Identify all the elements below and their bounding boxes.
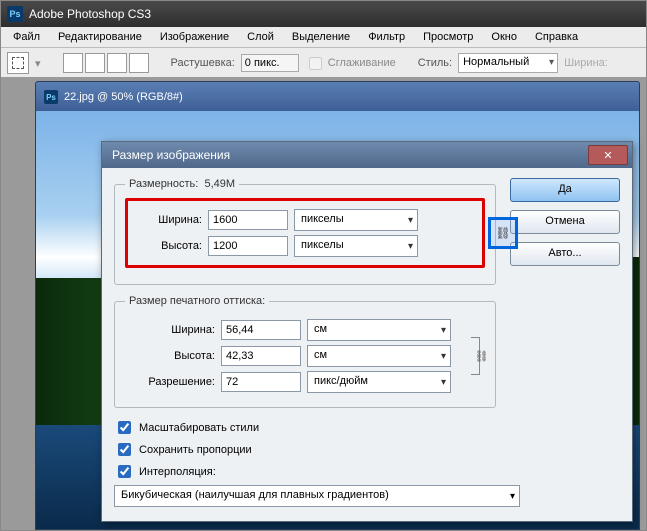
- auto-button[interactable]: Авто...: [510, 242, 620, 266]
- menu-help[interactable]: Справка: [527, 29, 586, 45]
- app-title: Adobe Photoshop CS3: [29, 7, 151, 21]
- menu-select[interactable]: Выделение: [284, 29, 358, 45]
- feather-input[interactable]: [241, 54, 299, 72]
- resolution-input[interactable]: [221, 372, 301, 392]
- print-size-group: Размер печатного оттиска: Ширина: см Выс…: [114, 295, 496, 408]
- pixel-height-unit-select[interactable]: пикселы: [294, 235, 418, 257]
- style-select[interactable]: Нормальный: [458, 53, 558, 73]
- chain-icon[interactable]: ⛓: [475, 350, 489, 363]
- print-width-unit-select[interactable]: см: [307, 319, 451, 341]
- pixel-dimensions-group: Размерность: 5,49M Ширина: пикселы: [114, 178, 496, 285]
- selection-mode-group: [63, 53, 149, 73]
- print-width-input[interactable]: [221, 320, 301, 340]
- menu-filter[interactable]: Фильтр: [360, 29, 413, 45]
- ok-button[interactable]: Да: [510, 178, 620, 202]
- menu-file[interactable]: Файл: [5, 29, 48, 45]
- pixel-height-input[interactable]: [208, 236, 288, 256]
- selection-subtract-icon[interactable]: [107, 53, 127, 73]
- feather-label: Растушевка:: [171, 57, 235, 69]
- ps-app-icon: Ps: [7, 6, 23, 22]
- print-width-label: Ширина:: [125, 324, 215, 336]
- constrain-link-highlight: ⛓: [488, 217, 518, 249]
- print-size-legend: Размер печатного оттиска:: [125, 295, 269, 307]
- menubar: Файл Редактирование Изображение Слой Выд…: [1, 27, 646, 48]
- document-icon: Ps: [44, 90, 58, 104]
- app-titlebar: Ps Adobe Photoshop CS3: [1, 1, 646, 27]
- constrain-proportions-checkbox[interactable]: Сохранить пропорции: [114, 440, 496, 459]
- document-title: 22.jpg @ 50% (RGB/8#): [64, 91, 183, 103]
- resolution-unit-select[interactable]: пикс/дюйм: [307, 371, 451, 393]
- pixel-width-label: Ширина:: [134, 214, 202, 226]
- tool-preset-icon[interactable]: [7, 52, 29, 74]
- document-titlebar[interactable]: Ps 22.jpg @ 50% (RGB/8#): [35, 81, 640, 113]
- interpolation-select[interactable]: Бикубическая (наилучшая для плавных град…: [114, 485, 520, 507]
- menu-view[interactable]: Просмотр: [415, 29, 481, 45]
- highlight-box: Ширина: пикселы Высота: пикселы: [125, 198, 485, 268]
- pixel-width-input[interactable]: [208, 210, 288, 230]
- print-height-unit-select[interactable]: см: [307, 345, 451, 367]
- menu-layer[interactable]: Слой: [239, 29, 282, 45]
- resample-checkbox[interactable]: Интерполяция:: [114, 462, 496, 481]
- dialog-close-button[interactable]: ✕: [588, 145, 628, 165]
- style-label: Стиль:: [418, 57, 452, 69]
- menu-image[interactable]: Изображение: [152, 29, 237, 45]
- width-label: Ширина:: [564, 57, 608, 69]
- pixel-height-label: Высота:: [134, 240, 202, 252]
- antialias-checkbox[interactable]: Сглаживание: [305, 54, 396, 73]
- chain-icon[interactable]: ⛓: [495, 226, 510, 240]
- cancel-button[interactable]: Отмена: [510, 210, 620, 234]
- dialog-title: Размер изображения: [112, 148, 230, 162]
- menu-window[interactable]: Окно: [483, 29, 525, 45]
- selection-new-icon[interactable]: [63, 53, 83, 73]
- dialog-titlebar[interactable]: Размер изображения ✕: [102, 142, 632, 168]
- print-height-label: Высота:: [125, 350, 215, 362]
- options-bar: ▾ Растушевка: Сглаживание Стиль: Нормаль…: [1, 48, 646, 79]
- selection-add-icon[interactable]: [85, 53, 105, 73]
- scale-styles-checkbox[interactable]: Масштабировать стили: [114, 418, 496, 437]
- image-size-dialog: Размер изображения ✕ Размерность: 5,49M …: [101, 141, 633, 522]
- app-window: Ps Adobe Photoshop CS3 Файл Редактирован…: [0, 0, 647, 531]
- pixel-dimensions-legend: Размерность: 5,49M: [125, 178, 239, 190]
- resolution-label: Разрешение:: [125, 376, 215, 388]
- menu-edit[interactable]: Редактирование: [50, 29, 150, 45]
- selection-intersect-icon[interactable]: [129, 53, 149, 73]
- print-link-bracket: ⛓: [465, 337, 485, 375]
- pixel-width-unit-select[interactable]: пикселы: [294, 209, 418, 231]
- print-height-input[interactable]: [221, 346, 301, 366]
